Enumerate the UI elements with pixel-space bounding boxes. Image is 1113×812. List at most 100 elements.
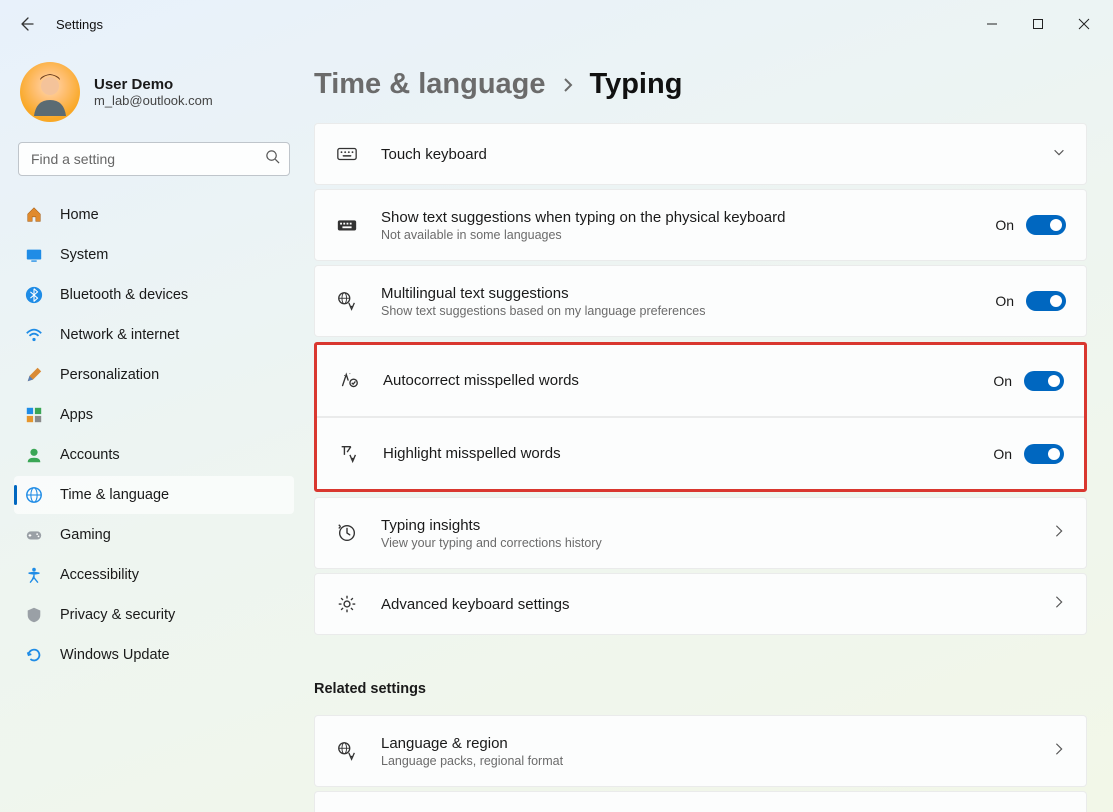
toggle-multilingual[interactable] [1026,291,1066,311]
titlebar: Settings [0,0,1113,48]
sidebar-item-label: Time & language [60,487,169,503]
gaming-icon [24,525,44,545]
toggle-physical-suggestions[interactable] [1026,215,1066,235]
card-touch-keyboard[interactable]: Touch keyboard [314,123,1087,185]
sidebar-item-label: Bluetooth & devices [60,287,188,303]
profile-name: User Demo [94,76,213,93]
home-icon [24,205,44,225]
arrow-left-icon [18,16,34,32]
card-highlight: Highlight misspelled words On [317,417,1084,489]
card-title: Multilingual text suggestions [381,285,973,302]
network-icon [24,325,44,345]
card-subtitle: Language packs, regional format [381,754,1030,768]
related-settings-header: Related settings [314,681,1087,697]
card-autocorrect: Autocorrect misspelled words On [317,345,1084,417]
accounts-icon [24,445,44,465]
sidebar-item-label: Home [60,207,99,223]
main-content: Time & language Typing Touch keyboard Sh… [300,48,1113,812]
user-profile[interactable]: User Demo m_lab@outlook.com [14,48,294,142]
toggle-state: On [993,446,1012,462]
close-icon [1078,18,1090,30]
chevron-right-icon [1052,524,1066,543]
card-title: Language & region [381,735,1030,752]
breadcrumb-parent[interactable]: Time & language [314,68,546,101]
card-inking-typing[interactable]: Inking & typing personalization Custom d… [314,791,1087,812]
accessibility-icon [24,565,44,585]
search-input[interactable] [18,142,290,176]
card-advanced-keyboard[interactable]: Advanced keyboard settings [314,573,1087,635]
sidebar-item-update[interactable]: Windows Update [14,636,294,674]
card-title: Typing insights [381,517,1030,534]
search-wrap [18,142,290,176]
close-button[interactable] [1061,8,1107,40]
avatar-icon [26,68,74,116]
sidebar: User Demo m_lab@outlook.com Home System … [0,48,300,812]
search-icon [265,149,280,169]
card-subtitle: Not available in some languages [381,228,973,242]
chevron-right-icon [1052,742,1066,761]
gear-icon [335,592,359,616]
card-title: Autocorrect misspelled words [383,372,971,389]
maximize-icon [1032,18,1044,30]
sidebar-item-label: Apps [60,407,93,423]
settings-list: Touch keyboard Show text suggestions whe… [314,123,1087,812]
sidebar-item-privacy[interactable]: Privacy & security [14,596,294,634]
sidebar-item-home[interactable]: Home [14,196,294,234]
time-language-icon [24,485,44,505]
toggle-state: On [995,217,1014,233]
card-title: Advanced keyboard settings [381,596,1030,613]
card-language-region[interactable]: Language & region Language packs, region… [314,715,1087,787]
sidebar-item-label: Personalization [60,367,159,383]
sidebar-item-label: System [60,247,108,263]
sidebar-item-label: Accessibility [60,567,139,583]
avatar [20,62,80,122]
card-subtitle: View your typing and corrections history [381,536,1030,550]
toggle-state: On [993,373,1012,389]
privacy-icon [24,605,44,625]
card-title: Touch keyboard [381,146,1030,163]
keyboard-icon [335,142,359,166]
sidebar-item-label: Accounts [60,447,120,463]
system-icon [24,245,44,265]
profile-email: m_lab@outlook.com [94,93,213,108]
sidebar-item-label: Windows Update [60,647,170,663]
sidebar-item-system[interactable]: System [14,236,294,274]
sidebar-item-gaming[interactable]: Gaming [14,516,294,554]
window-controls [969,8,1107,40]
sidebar-item-time-language[interactable]: Time & language [14,476,294,514]
app-title: Settings [56,17,103,32]
chevron-down-icon [1052,145,1066,164]
profile-text: User Demo m_lab@outlook.com [94,76,213,108]
sidebar-item-network[interactable]: Network & internet [14,316,294,354]
maximize-button[interactable] [1015,8,1061,40]
card-subtitle: Show text suggestions based on my langua… [381,304,973,318]
minimize-icon [986,18,998,30]
toggle-autocorrect[interactable] [1024,371,1064,391]
autocorrect-icon [337,369,361,393]
card-typing-insights[interactable]: Typing insights View your typing and cor… [314,497,1087,569]
card-physical-suggestions: Show text suggestions when typing on the… [314,189,1087,261]
nav: Home System Bluetooth & devices Network … [14,196,294,674]
sidebar-item-apps[interactable]: Apps [14,396,294,434]
sidebar-item-personalization[interactable]: Personalization [14,356,294,394]
breadcrumb-current: Typing [590,68,683,101]
breadcrumb: Time & language Typing [314,68,1087,101]
card-title: Highlight misspelled words [383,445,971,462]
minimize-button[interactable] [969,8,1015,40]
keyboard-solid-icon [335,213,359,237]
chevron-right-icon [1052,595,1066,614]
back-button[interactable] [10,8,42,40]
sidebar-item-accounts[interactable]: Accounts [14,436,294,474]
bluetooth-icon [24,285,44,305]
update-icon [24,645,44,665]
toggle-state: On [995,293,1014,309]
insights-icon [335,521,359,545]
card-multilingual: Multilingual text suggestions Show text … [314,265,1087,337]
sidebar-item-accessibility[interactable]: Accessibility [14,556,294,594]
sidebar-item-bluetooth[interactable]: Bluetooth & devices [14,276,294,314]
personalization-icon [24,365,44,385]
chevron-right-icon [560,77,576,98]
card-title: Show text suggestions when typing on the… [381,209,973,226]
toggle-highlight[interactable] [1024,444,1064,464]
highlighted-group: Autocorrect misspelled words On Highligh… [314,342,1087,492]
